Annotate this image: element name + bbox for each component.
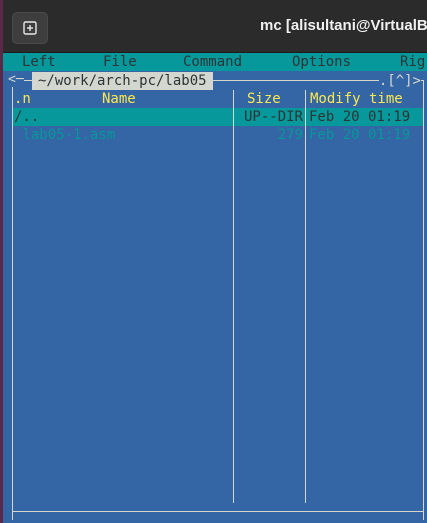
- column-separator-name-size: [233, 90, 234, 503]
- panel-scroll-indicator[interactable]: .[^]>: [378, 72, 421, 90]
- window-title: mc [alisultani@VirtualB: [260, 17, 427, 34]
- file-row-size: UP--DIR: [243, 109, 303, 125]
- column-header-name[interactable]: Name: [102, 90, 136, 108]
- menu-right[interactable]: Rig: [400, 53, 425, 71]
- file-row-modified: Feb 20 01:19: [309, 109, 411, 125]
- column-header-modify[interactable]: Modify time: [310, 90, 403, 108]
- file-row-lab05-1-asm[interactable]: lab05-1.asm 279 Feb 20 01:19: [13, 126, 423, 144]
- panel-frame-bottom: [12, 511, 424, 512]
- file-row-name: /..: [14, 109, 40, 125]
- column-separator-size-modify: [305, 90, 306, 503]
- panel-corner-left: <─: [8, 72, 24, 87]
- file-row-modified: Feb 20 01:19: [309, 127, 411, 143]
- panel-frame-right: [423, 80, 424, 520]
- menu-command[interactable]: Command: [183, 53, 242, 71]
- row-separator: [305, 108, 306, 126]
- panel-frame-left: [12, 80, 13, 520]
- column-header-size[interactable]: Size: [247, 90, 281, 108]
- new-tab-button[interactable]: [12, 12, 48, 44]
- file-row-parent-dir[interactable]: /.. UP--DIR Feb 20 01:19: [13, 108, 423, 126]
- file-row-name: lab05-1.asm: [14, 127, 116, 143]
- terminal-titlebar: mc [alisultani@VirtualB: [3, 0, 427, 53]
- terminal-area[interactable]: Left File Command Options Rig <─ ~/work/…: [3, 53, 427, 523]
- menu-bar: Left File Command Options Rig: [3, 53, 427, 71]
- new-tab-icon: [23, 21, 37, 35]
- menu-left[interactable]: Left: [22, 53, 56, 71]
- file-row-size: 279: [277, 127, 303, 143]
- row-separator: [233, 108, 234, 126]
- menu-options[interactable]: Options: [292, 53, 351, 71]
- column-sort-indicator[interactable]: .n: [14, 90, 31, 108]
- panel-path[interactable]: ~/work/arch-pc/lab05: [32, 72, 213, 90]
- menu-file[interactable]: File: [103, 53, 137, 71]
